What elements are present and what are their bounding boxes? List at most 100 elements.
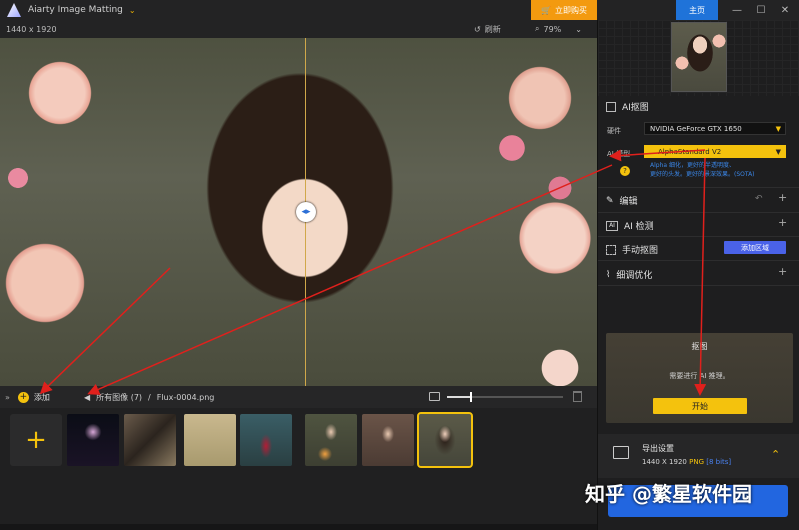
manual-select-icon — [606, 244, 616, 255]
thumbnail-strip: + — [0, 408, 597, 528]
start-label: 开始 — [692, 401, 708, 411]
manual-matting-section[interactable]: 手动抠图 — [606, 243, 658, 256]
export-title: 导出设置 — [642, 444, 674, 453]
breadcrumb-all-images[interactable]: 所有图像 (7) — [96, 392, 142, 403]
back-arrow-icon[interactable]: ◀ — [84, 393, 90, 402]
collapse-icon[interactable]: » — [5, 393, 10, 402]
undo-icon[interactable]: ↶ — [755, 194, 763, 204]
start-button[interactable]: 开始 — [653, 398, 747, 414]
preview-thumbnail — [671, 22, 727, 92]
expand-plus-icon[interactable]: + — [778, 191, 787, 204]
divider — [598, 260, 799, 261]
export-format: PNG — [689, 458, 704, 466]
home-button[interactable]: 主页 — [676, 0, 718, 20]
refine-section[interactable]: ⌇ 细调优化 — [606, 268, 653, 282]
expand-plus-icon[interactable]: + — [778, 265, 787, 278]
refine-label: 细调优化 — [616, 271, 653, 281]
add-image-tile[interactable]: + — [10, 414, 62, 466]
image-icon — [429, 392, 440, 401]
manual-matting-label: 手动抠图 — [622, 246, 659, 256]
plus-icon: + — [17, 391, 29, 403]
hardware-label: 硬件 — [607, 127, 621, 135]
model-value: AlphaStandard V2 — [658, 147, 722, 156]
chevron-down-icon: ⌄ — [575, 24, 582, 34]
edit-icon: ✎ — [606, 195, 614, 206]
divider — [598, 285, 799, 286]
help-icon[interactable]: ? — [620, 166, 630, 176]
app-logo-icon — [7, 3, 21, 17]
matte-title: 抠图 — [691, 342, 708, 351]
zoom-icon: ⌕ — [535, 24, 540, 33]
ai-matting-title: AI抠图 — [622, 103, 649, 113]
thumbnail-jellyfish[interactable] — [67, 414, 119, 466]
drag-arrows-icon: ◂▸ — [301, 207, 311, 217]
slider-knob[interactable] — [470, 392, 473, 402]
model-label: AI 模型 — [607, 150, 631, 158]
refine-icon: ⌇ — [606, 269, 611, 280]
slider-fill — [447, 396, 471, 398]
export-meta: 1440 X 1920 PNG [8 bits] — [642, 458, 731, 466]
thumbnail-bicycle[interactable] — [184, 414, 236, 466]
close-icon[interactable]: ✕ — [774, 0, 796, 20]
maximize-icon[interactable]: ☐ — [750, 0, 772, 20]
chevron-down-icon: ▼ — [775, 147, 781, 156]
compare-handle[interactable]: ◂▸ — [296, 202, 316, 222]
add-region-label: 添加区域 — [741, 243, 769, 252]
ai-detect-icon: AI — [606, 220, 618, 231]
thumbnail-flower-girl[interactable] — [305, 414, 357, 466]
add-region-button[interactable]: 添加区域 — [724, 241, 786, 254]
zoom-value: 79% — [543, 24, 562, 34]
buy-button-label: 立即购买 — [554, 5, 587, 15]
trash-icon[interactable] — [573, 391, 582, 402]
title-bar: Aiarty Image Matting ⌄ 🛒 立即购买 主页 — ☐ ✕ — [0, 0, 799, 20]
thumbnail-size-slider[interactable] — [447, 392, 563, 402]
thumbnail-portrait[interactable] — [362, 414, 414, 466]
chevron-down-icon[interactable]: ⌄ — [129, 6, 136, 15]
matte-note: 需要进行 AI 推理。 — [669, 372, 730, 380]
thumbnail-forest-girl[interactable] — [240, 414, 292, 466]
status-bar — [0, 524, 597, 530]
model-description: Alpha 细化，更好的半透明度、 更好的头发。更好的景深效果。(SOTA) — [650, 161, 755, 179]
hardware-select[interactable]: NVIDIA GeForce GTX 1650 ▼ — [644, 122, 786, 135]
export-icon — [613, 446, 629, 459]
watermark-text: 知乎 @繁星软件园 — [585, 482, 752, 506]
buy-button[interactable]: 🛒 立即购买 — [531, 0, 597, 20]
refresh-button[interactable]: ↺ 刷新 — [474, 20, 501, 38]
edit-label: 编辑 — [619, 197, 638, 207]
refresh-icon: ↺ — [474, 24, 481, 34]
zoom-control[interactable]: ⌕ 79% ⌄ — [535, 20, 582, 38]
ai-detect-section[interactable]: AI AI 检测 — [606, 219, 654, 232]
model-select[interactable]: AlphaStandard V2 ▼ — [644, 145, 786, 158]
model-desc-line1: Alpha 细化，更好的半透明度、 — [650, 162, 735, 169]
image-dimensions: 1440 x 1920 — [6, 24, 57, 34]
thumbnail-selected[interactable] — [417, 412, 473, 468]
edit-section[interactable]: ✎ 编辑 — [606, 194, 638, 208]
breadcrumb: ◀ 所有图像 (7) / Flux-0004.png — [84, 386, 214, 408]
matting-icon — [606, 101, 616, 112]
breadcrumb-file: Flux-0004.png — [156, 392, 215, 402]
plus-icon: + — [25, 425, 47, 455]
expand-plus-icon[interactable]: + — [778, 216, 787, 229]
minimize-icon[interactable]: — — [726, 0, 748, 20]
ai-matting-header: AI抠图 — [606, 100, 649, 113]
matting-action-box: 抠图 需要进行 AI 推理。 开始 — [606, 333, 793, 423]
home-button-label: 主页 — [689, 5, 705, 15]
chevron-up-icon[interactable]: ⌃ — [771, 448, 780, 461]
export-bits: [8 bits] — [706, 458, 732, 466]
app-title: Aiarty Image Matting — [28, 5, 123, 15]
gallery-bar: » + 添加 ◀ 所有图像 (7) / Flux-0004.png — [0, 386, 597, 408]
add-button[interactable]: + 添加 — [17, 391, 50, 403]
right-panel: AI抠图 硬件 NVIDIA GeForce GTX 1650 ▼ AI 模型 … — [597, 20, 799, 530]
image-canvas[interactable]: ◂▸ — [0, 38, 597, 386]
chevron-down-icon: ▼ — [775, 124, 781, 133]
divider — [598, 187, 799, 188]
add-label: 添加 — [33, 392, 50, 402]
model-desc-line2: 更好的头发。更好的景深效果。(SOTA) — [650, 171, 755, 178]
thumbnail-dragon[interactable] — [124, 414, 176, 466]
divider — [598, 212, 799, 213]
export-settings[interactable]: 导出设置 1440 X 1920 PNG [8 bits] ⌃ — [598, 434, 799, 478]
hardware-value: NVIDIA GeForce GTX 1650 — [650, 124, 742, 133]
ai-detect-label: AI 检测 — [624, 222, 654, 232]
export-dims: 1440 X 1920 — [642, 458, 687, 466]
refresh-label: 刷新 — [484, 24, 501, 34]
